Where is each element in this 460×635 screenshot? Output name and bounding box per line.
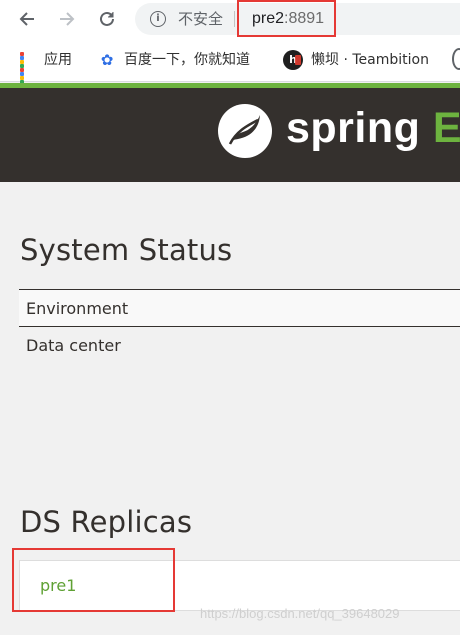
security-status[interactable]: 不安全 bbox=[178, 9, 223, 29]
back-button[interactable] bbox=[13, 5, 41, 33]
logo-suffix: E bbox=[432, 104, 460, 152]
arrow-left-icon bbox=[19, 12, 34, 26]
spring-leaf-icon bbox=[218, 104, 272, 158]
watermark: https://blog.csdn.net/qq_39648029 bbox=[200, 606, 400, 621]
reload-icon bbox=[100, 11, 114, 26]
bookmark-label: 应用 bbox=[44, 52, 72, 68]
bookmark-overflow-icon[interactable] bbox=[452, 48, 460, 70]
logo-word: spring bbox=[286, 104, 421, 152]
ds-replicas-title: DS Replicas bbox=[20, 505, 193, 539]
row-label-data-center: Data center bbox=[26, 336, 121, 355]
spring-logo-text: spring E bbox=[286, 100, 460, 156]
bookmark-teambition[interactable]: h 懒坝 · Teambition bbox=[283, 50, 429, 70]
info-icon[interactable]: i bbox=[150, 11, 166, 27]
bookmarks-bar: 应用 ✿ 百度一下，你就知道 h 懒坝 · Teambition bbox=[0, 38, 460, 88]
bookmark-baidu[interactable]: ✿ 百度一下，你就知道 bbox=[98, 50, 250, 70]
forward-button[interactable] bbox=[53, 5, 81, 33]
row-label-environment: Environment bbox=[26, 299, 129, 318]
teambition-icon: h bbox=[283, 50, 303, 70]
table-row: Data center bbox=[19, 327, 460, 365]
url-highlight-box bbox=[237, 0, 336, 37]
system-status-title: System Status bbox=[20, 233, 233, 267]
reload-button[interactable] bbox=[93, 5, 121, 33]
table-row: Environment bbox=[19, 289, 460, 327]
bookmark-label: 懒坝 · Teambition bbox=[311, 52, 429, 68]
baidu-paw-icon: ✿ bbox=[100, 51, 114, 69]
arrow-right-icon bbox=[60, 12, 75, 26]
apps-grid-icon bbox=[20, 52, 36, 88]
browser-toolbar: i 不安全 pre2:8891 bbox=[0, 0, 460, 38]
url-divider bbox=[234, 11, 235, 27]
replica-highlight-box bbox=[12, 548, 175, 612]
bookmark-label: 百度一下，你就知道 bbox=[124, 52, 250, 68]
system-status-table: Environment Data center bbox=[19, 289, 460, 365]
bookmark-apps[interactable]: 应用 bbox=[20, 50, 72, 88]
page-header: spring E bbox=[0, 88, 460, 182]
